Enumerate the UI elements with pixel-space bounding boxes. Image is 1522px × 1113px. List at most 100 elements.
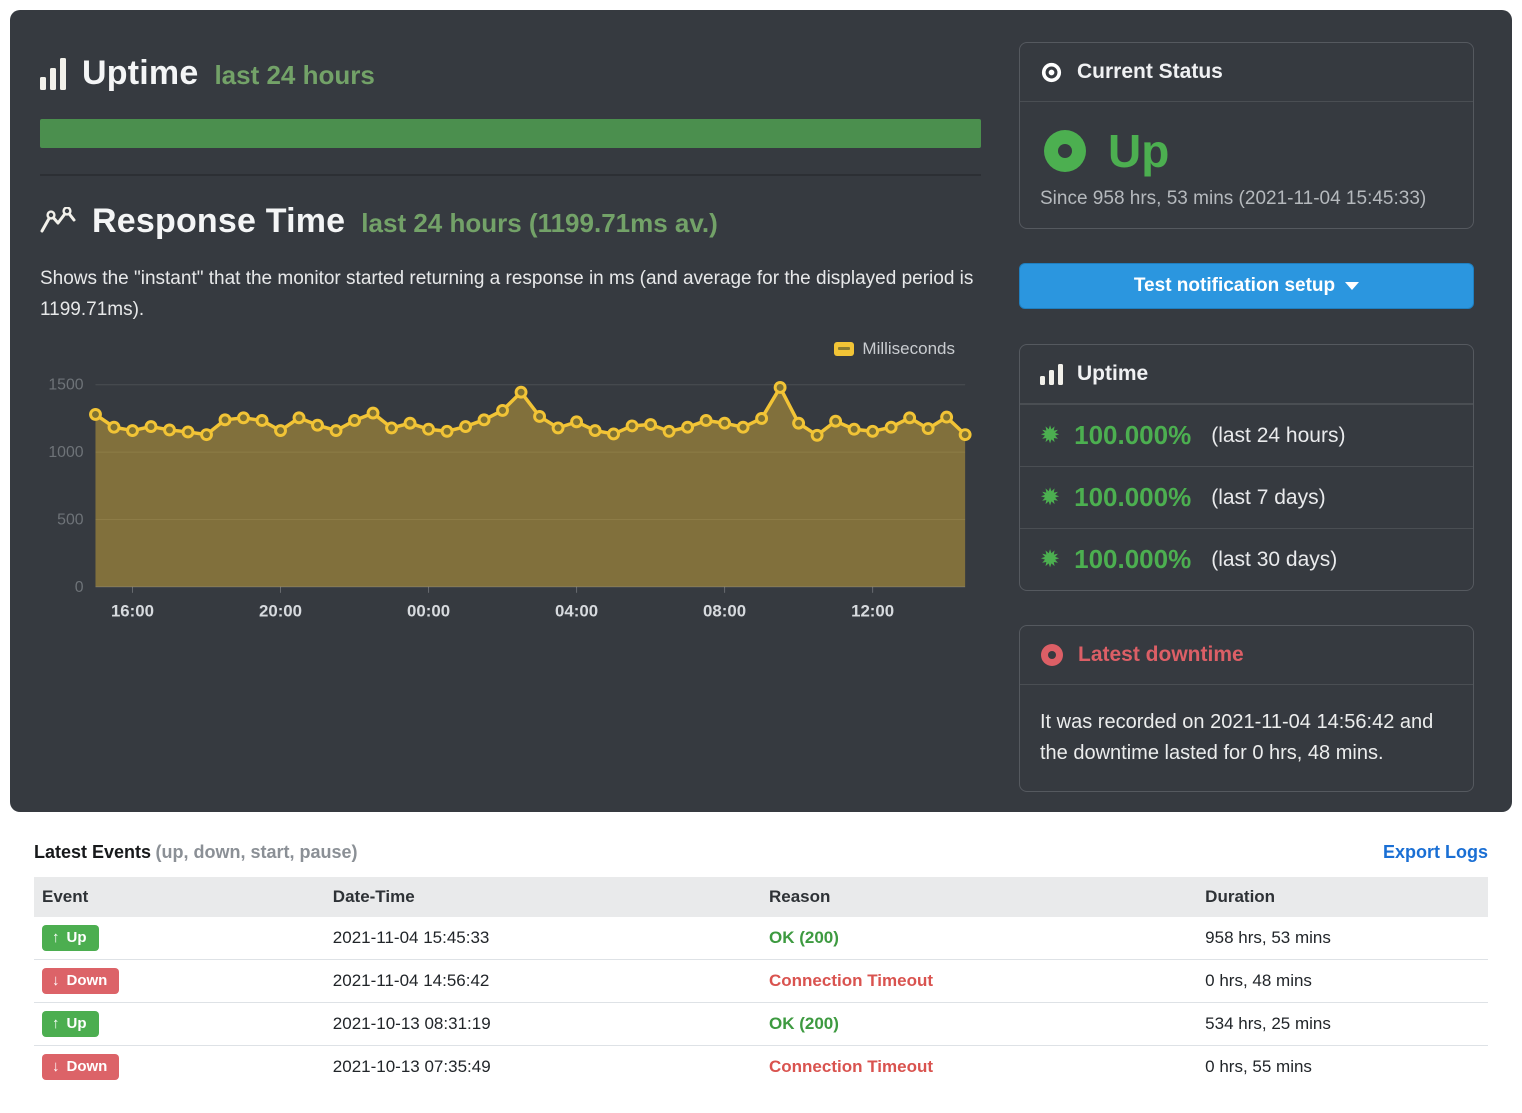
main-column: Uptime last 24 hours Response Time last …	[40, 40, 981, 772]
event-reason: OK (200)	[769, 928, 839, 947]
arrow-up-icon: ↑	[52, 1015, 60, 1032]
event-duration: 958 hrs, 53 mins	[1197, 917, 1488, 960]
arrow-down-icon: ↓	[52, 1058, 60, 1075]
latest-events-subtitle: (up, down, start, pause)	[156, 842, 358, 862]
status-badge: ↓ Down	[42, 968, 119, 994]
latest-events-title: Latest Events	[34, 842, 151, 862]
event-reason: Connection Timeout	[769, 1057, 933, 1076]
chart-legend[interactable]: Milliseconds	[40, 339, 981, 359]
seal-icon: ✹	[1040, 548, 1060, 572]
dot-circle-icon	[1040, 61, 1063, 84]
event-datetime: 2021-10-13 07:35:49	[325, 1046, 761, 1089]
event-datetime: 2021-11-04 14:56:42	[325, 960, 761, 1003]
current-status-header: Current Status	[1020, 43, 1473, 102]
table-row: ↓ Down 2021-10-13 07:35:49 Connection Tim…	[34, 1046, 1488, 1089]
response-time-title: Response Time	[92, 202, 345, 241]
svg-text:0: 0	[75, 579, 84, 596]
down-status-icon	[1040, 643, 1064, 667]
event-reason: OK (200)	[769, 1014, 839, 1033]
events-table-header: Event Date-Time Reason Duration	[34, 877, 1488, 917]
column-header-datetime: Date-Time	[325, 877, 761, 917]
uptime-status-bar[interactable]	[40, 119, 981, 148]
status-badge: ↑ Up	[42, 925, 99, 951]
event-duration: 0 hrs, 55 mins	[1197, 1046, 1488, 1089]
event-datetime: 2021-10-13 08:31:19	[325, 1003, 761, 1046]
seal-icon: ✹	[1040, 486, 1060, 510]
svg-text:500: 500	[57, 511, 84, 528]
bar-chart-icon	[1040, 364, 1063, 385]
event-reason: Connection Timeout	[769, 971, 933, 990]
current-status-title: Current Status	[1077, 60, 1223, 84]
status-badge: ↓ Down	[42, 1054, 119, 1080]
arrow-up-icon: ↑	[52, 929, 60, 946]
chevron-down-icon	[1345, 282, 1359, 290]
section-divider	[40, 174, 981, 176]
latest-downtime-title: Latest downtime	[1078, 643, 1244, 667]
badge-label: Up	[67, 929, 87, 946]
test-notification-label: Test notification setup	[1134, 275, 1335, 297]
response-time-heading: Response Time last 24 hours (1199.71ms a…	[40, 202, 981, 241]
status-text: Up	[1108, 124, 1169, 178]
column-header-reason: Reason	[761, 877, 1197, 917]
uptime-row-24h: ✹ 100.000% (last 24 hours)	[1020, 404, 1473, 466]
latest-events-section: Latest Events (up, down, start, pause) E…	[0, 812, 1522, 1088]
badge-label: Down	[67, 972, 108, 989]
status-since-text: Since 958 hrs, 53 mins (2021-11-04 15:45…	[1040, 188, 1453, 210]
latest-downtime-header: Latest downtime	[1020, 626, 1473, 685]
svg-text:1500: 1500	[48, 377, 83, 394]
uptime-percent: 100.000%	[1074, 544, 1191, 575]
monitor-detail-panel: Uptime last 24 hours Response Time last …	[10, 10, 1512, 812]
response-time-description: Shows the "instant" that the monitor sta…	[40, 263, 981, 325]
uptime-card-header: Uptime	[1020, 345, 1473, 404]
response-time-subtitle: last 24 hours (1199.71ms av.)	[361, 208, 718, 239]
line-chart-icon	[40, 207, 76, 237]
legend-swatch-icon	[834, 342, 854, 356]
svg-text:20:00: 20:00	[259, 602, 302, 621]
current-status-card: Current Status Up Since 958 hrs, 53 mins…	[1019, 42, 1474, 229]
svg-text:12:00: 12:00	[851, 602, 894, 621]
arrow-down-icon: ↓	[52, 972, 60, 989]
up-status-icon	[1042, 128, 1088, 174]
uptime-card-title: Uptime	[1077, 362, 1148, 386]
bar-chart-icon	[40, 58, 66, 90]
event-duration: 0 hrs, 48 mins	[1197, 960, 1488, 1003]
column-header-event: Event	[34, 877, 325, 917]
table-row: ↑ Up 2021-10-13 08:31:19 OK (200) 534 hrs…	[34, 1003, 1488, 1046]
status-badge: ↑ Up	[42, 1011, 99, 1037]
uptime-period-label: (last 30 days)	[1211, 548, 1337, 572]
uptime-row-30d: ✹ 100.000% (last 30 days)	[1020, 528, 1473, 590]
uptime-subtitle: last 24 hours	[214, 60, 374, 91]
response-time-chart-svg: 0 500 1000 1500 16:00 20:00 00:00 04:00 08:00 12:…	[40, 363, 981, 628]
uptime-period-label: (last 24 hours)	[1211, 424, 1345, 448]
uptime-card: Uptime ✹ 100.000% (last 24 hours) ✹ 100.…	[1019, 344, 1474, 591]
event-datetime: 2021-11-04 15:45:33	[325, 917, 761, 960]
uptime-heading: Uptime last 24 hours	[40, 54, 981, 93]
svg-text:04:00: 04:00	[555, 602, 598, 621]
badge-label: Up	[67, 1015, 87, 1032]
uptime-percent: 100.000%	[1074, 482, 1191, 513]
svg-text:00:00: 00:00	[407, 602, 450, 621]
export-logs-link[interactable]: Export Logs	[1383, 842, 1488, 863]
uptime-period-label: (last 7 days)	[1211, 486, 1325, 510]
seal-icon: ✹	[1040, 424, 1060, 448]
table-row: ↓ Down 2021-11-04 14:56:42 Connection Tim…	[34, 960, 1488, 1003]
svg-text:1000: 1000	[48, 444, 83, 461]
uptime-title: Uptime	[82, 54, 198, 93]
badge-label: Down	[67, 1058, 108, 1075]
svg-text:16:00: 16:00	[111, 602, 154, 621]
uptime-row-7d: ✹ 100.000% (last 7 days)	[1020, 466, 1473, 528]
current-status-body: Up Since 958 hrs, 53 mins (2021-11-04 15…	[1020, 102, 1473, 228]
legend-label: Milliseconds	[862, 339, 955, 359]
table-row: ↑ Up 2021-11-04 15:45:33 OK (200) 958 hrs…	[34, 917, 1488, 960]
test-notification-button[interactable]: Test notification setup	[1019, 263, 1474, 309]
sidebar: Current Status Up Since 958 hrs, 53 mins…	[1019, 40, 1474, 772]
latest-events-heading: Latest Events (up, down, start, pause)	[34, 842, 358, 863]
latest-downtime-card: Latest downtime It was recorded on 2021-…	[1019, 625, 1474, 792]
event-duration: 534 hrs, 25 mins	[1197, 1003, 1488, 1046]
response-time-chart: Milliseconds 0 500 1000 1500 16:00 20:00 00:00…	[40, 339, 981, 628]
column-header-duration: Duration	[1197, 877, 1488, 917]
uptime-percent: 100.000%	[1074, 420, 1191, 451]
svg-text:08:00: 08:00	[703, 602, 746, 621]
events-table: Event Date-Time Reason Duration ↑ Up 2021…	[34, 877, 1488, 1088]
latest-downtime-text: It was recorded on 2021-11-04 14:56:42 a…	[1040, 703, 1453, 773]
